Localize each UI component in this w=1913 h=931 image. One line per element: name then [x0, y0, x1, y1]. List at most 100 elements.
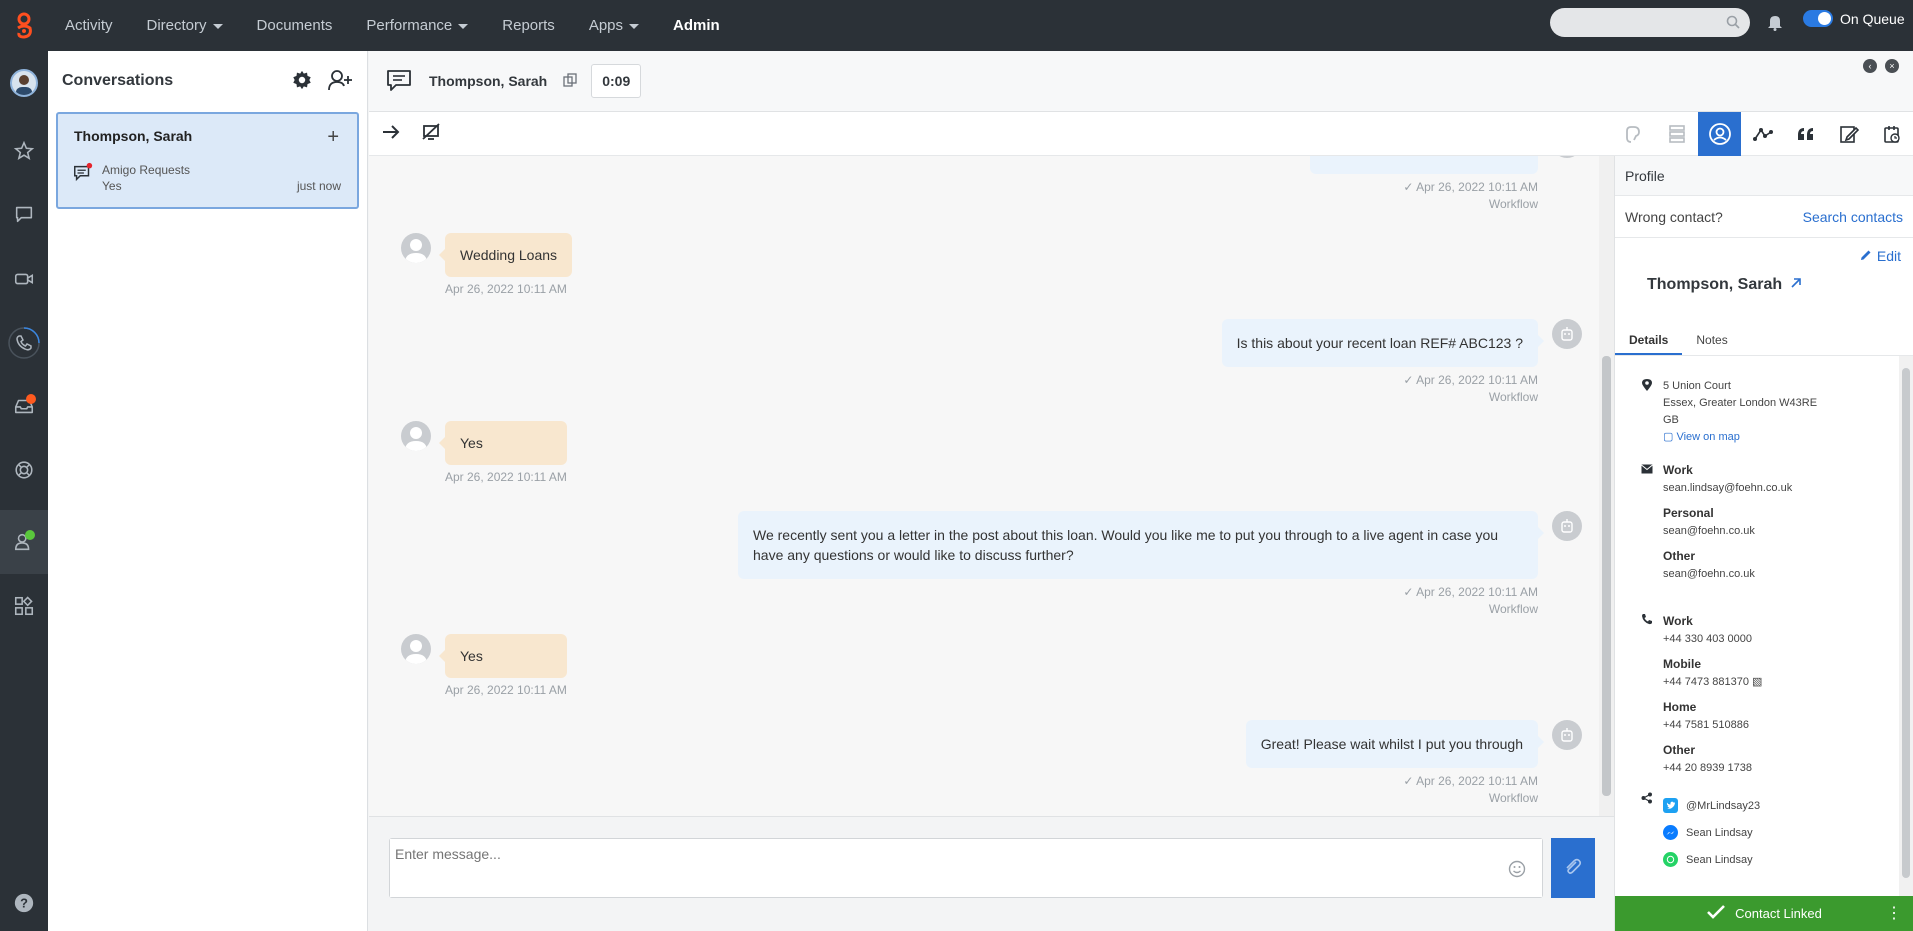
notes-edit-icon[interactable] — [1827, 112, 1870, 156]
message-inbound: Yes Apr 26, 2022 10:11 AM — [401, 634, 567, 697]
chevron-down-icon — [212, 24, 223, 29]
queue-info-icon[interactable] — [1655, 112, 1698, 156]
envelope-icon — [1641, 462, 1653, 583]
close-icon[interactable]: × — [1885, 59, 1899, 73]
message-inbound: Yes Apr 26, 2022 10:11 AM — [401, 421, 567, 484]
conversations-header: Conversations — [48, 51, 367, 111]
transcript-scrollbar[interactable] — [1599, 156, 1614, 816]
profile-tabs: Details Notes — [1615, 326, 1913, 356]
genesys-logo-icon[interactable] — [0, 0, 48, 51]
panel-nav: ‹ × — [1863, 59, 1899, 73]
nav-apps[interactable]: Apps — [572, 17, 656, 34]
screen-share-off-icon[interactable] — [421, 122, 441, 145]
contact-profile-icon[interactable] — [1698, 112, 1741, 156]
message-meta: ✓ Apr 26, 2022 10:11 AM Workflow — [1403, 585, 1538, 616]
social-twitter[interactable]: @MrLindsay23 — [1663, 792, 1760, 819]
message-input[interactable] — [390, 839, 1542, 897]
journey-icon[interactable] — [1741, 112, 1784, 156]
social-messenger[interactable]: Sean Lindsay — [1663, 819, 1760, 846]
message-sender: Workflow — [1488, 791, 1538, 805]
profile-scrollbar-thumb[interactable] — [1902, 368, 1910, 878]
message-transcript: ✓ Apr 26, 2022 10:11 AM Workflow Wedding … — [369, 156, 1614, 816]
transcript-scrollbar-thumb[interactable] — [1602, 356, 1611, 796]
conversation-details: Amigo Requests Yes — [72, 162, 190, 194]
nav-performance[interactable]: Performance — [349, 17, 485, 34]
nav-admin[interactable]: Admin — [656, 17, 737, 34]
phone-value[interactable]: +44 330 403 0000 — [1663, 631, 1762, 648]
nav-documents[interactable]: Documents — [240, 17, 350, 34]
tab-details[interactable]: Details — [1615, 326, 1683, 355]
email-value[interactable]: sean.lindsay@foehn.co.uk — [1663, 480, 1792, 497]
favorites-icon[interactable] — [0, 127, 48, 175]
message-inbound: Wedding Loans Apr 26, 2022 10:11 AM — [401, 233, 573, 296]
global-search-input[interactable] — [1550, 8, 1750, 37]
phone-value[interactable]: +44 20 8939 1738 — [1663, 760, 1762, 777]
chat-icon[interactable] — [0, 190, 48, 238]
nav-directory[interactable]: Directory — [130, 17, 240, 34]
queue-switch[interactable] — [1803, 10, 1833, 27]
conversation-card[interactable]: Thompson, Sarah + Amigo Requests Yes jus… — [56, 112, 359, 209]
social-whatsapp[interactable]: Sean Lindsay — [1663, 846, 1760, 873]
add-icon[interactable]: + — [327, 126, 339, 149]
wrapup-icon[interactable] — [1612, 112, 1655, 156]
nav-apps-label: Apps — [588, 17, 624, 34]
phone-section: Work +44 330 403 0000 Mobile +44 7473 88… — [1641, 613, 1762, 777]
on-queue-toggle[interactable]: On Queue — [1803, 10, 1905, 27]
quote-icon[interactable] — [1784, 112, 1827, 156]
more-options-icon[interactable]: ⋮ — [1886, 903, 1902, 923]
open-external-icon[interactable] — [1790, 276, 1802, 294]
copy-icon[interactable] — [563, 72, 577, 90]
bot-avatar-icon — [1552, 319, 1582, 349]
help-icon[interactable]: ? — [0, 879, 48, 927]
message-timestamp: Apr 26, 2022 10:11 AM — [445, 683, 567, 697]
lifebuoy-icon[interactable] — [0, 446, 48, 494]
contact-name: Thompson, Sarah — [1647, 276, 1802, 294]
email-value[interactable]: sean@foehn.co.uk — [1663, 523, 1792, 540]
chevron-down-icon — [458, 24, 469, 29]
phone-value[interactable]: +44 7581 510886 — [1663, 717, 1762, 734]
sms-icon[interactable]: ▧ — [1752, 676, 1762, 688]
phone-value[interactable]: +44 7473 881370 — [1663, 676, 1749, 688]
search-icon[interactable] — [1726, 15, 1740, 32]
twitter-icon — [1663, 798, 1678, 813]
schedule-icon[interactable] — [1870, 112, 1913, 156]
search-contacts-link[interactable]: Search contacts — [1803, 209, 1903, 225]
video-icon[interactable] — [0, 255, 48, 303]
inbox-icon[interactable] — [0, 382, 48, 430]
whatsapp-name: Sean Lindsay — [1686, 853, 1753, 866]
nav-reports[interactable]: Reports — [485, 17, 572, 34]
notifications-icon[interactable] — [1767, 13, 1783, 34]
address-section: 5 Union Court Essex, Greater London W43R… — [1641, 378, 1817, 446]
agent-status-icon[interactable] — [0, 510, 48, 574]
phone-icon — [1641, 613, 1653, 777]
emoji-icon[interactable] — [1508, 860, 1526, 881]
transfer-arrow-icon[interactable] — [381, 122, 401, 145]
add-participant-icon[interactable] — [327, 68, 353, 95]
messenger-icon — [1663, 825, 1678, 840]
message-timestamp: Apr 26, 2022 10:11 AM — [445, 470, 567, 484]
profile-panel: Profile Wrong contact? Search contacts E… — [1614, 156, 1913, 931]
contact-name-text: Thompson, Sarah — [1647, 276, 1783, 293]
message-outbound: We recently sent you a letter in the pos… — [738, 511, 1582, 618]
social-section: @MrLindsay23 Sean Lindsay Sean Lindsay — [1641, 792, 1760, 873]
toolbar-right — [1612, 112, 1913, 156]
email-section: Work sean.lindsay@foehn.co.uk Personal s… — [1641, 462, 1792, 583]
edit-contact-button[interactable]: Edit — [1860, 248, 1901, 264]
toolbar-left — [381, 122, 441, 145]
view-on-map-link[interactable]: ▢ View on map — [1663, 429, 1817, 446]
message-icon — [385, 67, 413, 96]
nav-activity[interactable]: Activity — [48, 17, 130, 34]
tab-notes[interactable]: Notes — [1682, 326, 1741, 355]
previous-icon[interactable]: ‹ — [1863, 59, 1877, 73]
profile-scrollbar[interactable] — [1899, 356, 1913, 896]
phone-label: Work — [1663, 614, 1693, 628]
main-nav: Activity Directory Documents Performance… — [48, 0, 737, 51]
email-value[interactable]: sean@foehn.co.uk — [1663, 566, 1792, 583]
attach-button[interactable] — [1551, 838, 1595, 898]
apps-grid-icon[interactable] — [0, 582, 48, 630]
phone-icon[interactable] — [0, 319, 48, 367]
message-bubble — [1310, 156, 1538, 174]
user-avatar[interactable] — [0, 59, 48, 107]
inbox-badge — [26, 394, 36, 404]
settings-gear-icon[interactable] — [291, 69, 313, 94]
